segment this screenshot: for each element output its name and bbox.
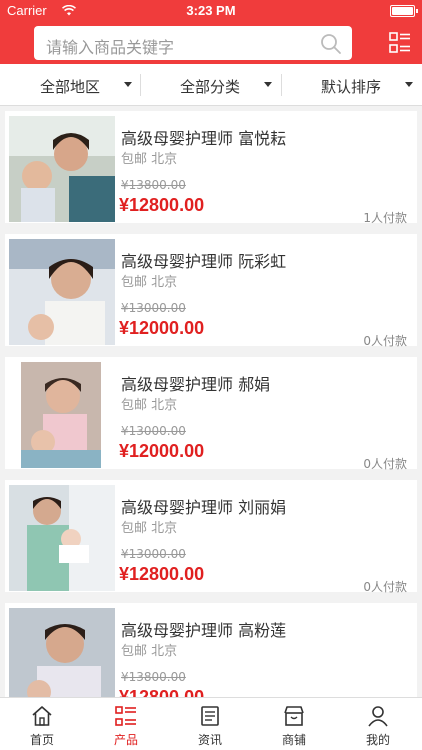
search-icon[interactable]	[320, 33, 342, 55]
product-card[interactable]: 高级母婴护理师 高粉莲 包邮 北京 ¥13800.00 ¥12800.00	[5, 603, 417, 697]
product-photo[interactable]	[9, 485, 115, 591]
filter-category[interactable]: 全部分类	[141, 64, 281, 106]
product-meta: 包邮 北京	[121, 521, 178, 536]
product-card[interactable]: 高级母婴护理师 富悦耘 包邮 北京 ¥13800.00 ¥12800.00 1人…	[5, 111, 417, 225]
tab-mine-label: 我的	[365, 733, 390, 747]
shop-icon	[284, 706, 304, 726]
tab-home-label: 首页	[29, 733, 54, 747]
filter-sort-label: 默认排序	[321, 78, 382, 96]
filter-region[interactable]: 全部地区	[0, 64, 140, 106]
filter-sort[interactable]: 默认排序	[282, 64, 422, 106]
product-original-price: ¥13000.00	[121, 547, 186, 561]
user-icon	[368, 706, 388, 727]
product-photo[interactable]	[9, 608, 115, 697]
tab-shop-label: 商铺	[281, 733, 306, 747]
product-meta: 包邮 北京	[121, 275, 178, 290]
product-card[interactable]: 高级母婴护理师 刘丽娟 包邮 北京 ¥13000.00 ¥12800.00 0人…	[5, 480, 417, 594]
tab-products[interactable]: 产品	[84, 698, 168, 750]
product-photo[interactable]	[9, 362, 115, 468]
product-original-price: ¥13800.00	[121, 178, 186, 192]
product-card[interactable]: 高级母婴护理师 阮彩虹 包邮 北京 ¥13000.00 ¥12000.00 0人…	[5, 234, 417, 348]
tab-news-label: 资讯	[197, 733, 222, 747]
product-original-price: ¥13000.00	[121, 424, 186, 438]
product-title: 高级母婴护理师 阮彩虹	[121, 252, 287, 271]
chevron-down-icon	[405, 82, 413, 87]
filter-category-label: 全部分类	[180, 78, 241, 96]
product-meta: 包邮 北京	[121, 644, 178, 659]
product-price: ¥12800.00	[119, 195, 205, 215]
product-price: ¥12800.00	[119, 687, 205, 697]
product-meta: 包邮 北京	[121, 152, 178, 167]
tab-products-label: 产品	[113, 733, 138, 747]
product-photo[interactable]	[9, 239, 115, 345]
tab-shop[interactable]: 商铺	[252, 698, 336, 750]
bottom-tab-bar: 首页 产品 资讯 商铺 我的	[0, 697, 422, 750]
search-input[interactable]: 请输入商品关键字	[34, 26, 352, 60]
product-sales-count: 1人付款	[363, 211, 407, 225]
product-price: ¥12800.00	[119, 564, 205, 584]
product-title: 高级母婴护理师 高粉莲	[121, 621, 287, 640]
product-title: 高级母婴护理师 郝娟	[121, 375, 271, 394]
product-sales-count: 0人付款	[363, 580, 407, 594]
product-card[interactable]: 高级母婴护理师 郝娟 包邮 北京 ¥13000.00 ¥12000.00 0人付…	[5, 357, 417, 471]
product-sales-count: 0人付款	[363, 457, 407, 471]
filter-bar: 全部地区 全部分类 默认排序	[0, 64, 422, 106]
product-list-icon	[115, 706, 136, 726]
chevron-down-icon	[264, 82, 272, 87]
clock: 3:23 PM	[186, 3, 236, 18]
tab-mine[interactable]: 我的	[336, 698, 420, 750]
product-price: ¥12000.00	[119, 441, 205, 461]
news-icon	[201, 706, 219, 726]
chevron-down-icon	[124, 82, 132, 87]
product-photo[interactable]	[9, 116, 115, 222]
product-title: 高级母婴护理师 刘丽娟	[121, 498, 287, 517]
tab-news[interactable]: 资讯	[168, 698, 252, 750]
home-icon	[32, 706, 52, 726]
app-header: Carrier 3:23 PM 请输入商品关键字	[0, 0, 422, 64]
product-sales-count: 0人付款	[363, 334, 407, 348]
product-list: 高级母婴护理师 富悦耘 包邮 北京 ¥13800.00 ¥12800.00 1人…	[0, 106, 422, 697]
product-original-price: ¥13800.00	[121, 670, 186, 684]
battery-icon	[390, 5, 418, 17]
product-meta: 包邮 北京	[121, 398, 178, 413]
filter-region-label: 全部地区	[40, 78, 101, 96]
product-original-price: ¥13000.00	[121, 301, 186, 315]
search-placeholder: 请输入商品关键字	[46, 38, 175, 57]
category-menu-icon[interactable]	[389, 32, 411, 54]
product-price: ¥12000.00	[119, 318, 205, 338]
product-title: 高级母婴护理师 富悦耘	[121, 129, 287, 148]
status-bar: Carrier 3:23 PM	[0, 0, 422, 22]
tab-home[interactable]: 首页	[0, 698, 84, 750]
